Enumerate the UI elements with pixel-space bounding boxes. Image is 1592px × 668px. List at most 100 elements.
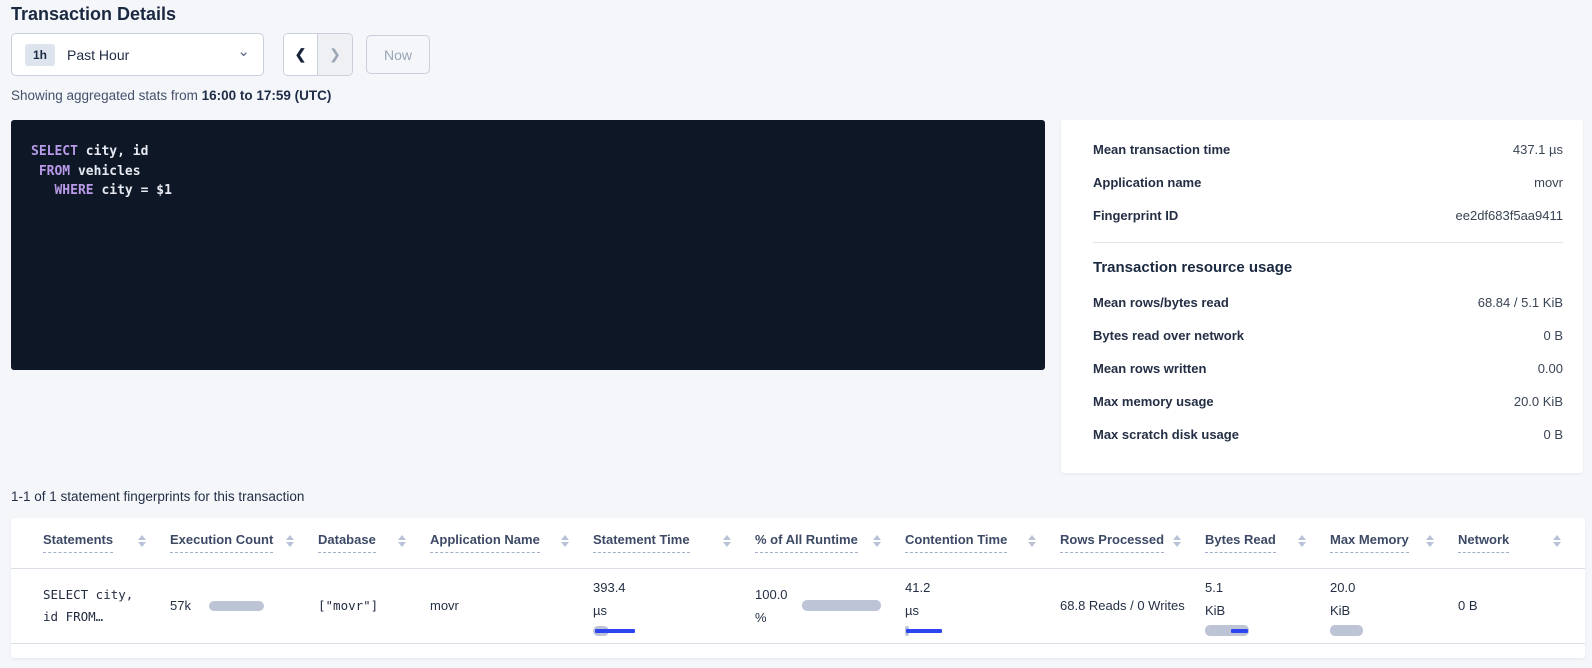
col-header-max-memory[interactable]: Max Memory <box>1330 532 1409 553</box>
sort-icon[interactable] <box>1028 535 1036 547</box>
summary-value: 68.84 / 5.1 KiB <box>1478 295 1563 310</box>
summary-label: Mean transaction time <box>1093 142 1230 157</box>
rows-processed-value: 68.8 Reads / 0 Writes <box>1060 598 1185 613</box>
summary-label: Max scratch disk usage <box>1093 427 1239 442</box>
time-nav-group: ❮ ❯ <box>283 33 353 76</box>
contention-time-value: 41.2 <box>905 576 1036 599</box>
col-header-application-name[interactable]: Application Name <box>430 532 540 553</box>
table-header-row: Statements Execution Count Database Appl… <box>11 518 1585 568</box>
divider <box>1093 242 1563 243</box>
chevron-left-icon: ❮ <box>295 46 307 63</box>
resource-usage-heading: Transaction resource usage <box>1093 255 1563 286</box>
max-memory-cell: 20.0 KiB <box>1330 576 1434 636</box>
sql-text: city, id <box>78 144 148 159</box>
summary-value: 0 B <box>1543 427 1563 442</box>
max-memory-bar <box>1330 625 1363 636</box>
aggregation-range-text: Showing aggregated stats from 16:00 to 1… <box>11 88 331 103</box>
summary-row: Bytes read over network 0 B <box>1093 319 1563 352</box>
execution-count-value: 57k <box>170 598 191 613</box>
statement-time-unit: µs <box>593 599 731 622</box>
bytes-read-cell: 5.1 KiB <box>1205 576 1306 636</box>
statement-line: id FROM… <box>43 606 146 628</box>
col-header-bytes-read[interactable]: Bytes Read <box>1205 532 1276 553</box>
application-name-value: movr <box>430 598 459 613</box>
sql-keyword: SELECT <box>31 144 78 159</box>
runtime-pct-unit: % <box>755 606 788 629</box>
summary-label: Mean rows written <box>1093 361 1206 376</box>
sort-icon[interactable] <box>1426 535 1434 547</box>
summary-value: 437.1 µs <box>1513 142 1563 157</box>
summary-row: Max scratch disk usage 0 B <box>1093 418 1563 451</box>
statement-fingerprint-link[interactable]: SELECT city, id FROM… <box>43 584 146 628</box>
runtime-pct-cell: 100.0 % <box>755 583 881 629</box>
transaction-sql-box: SELECT city, id FROM vehicles WHERE city… <box>11 120 1045 370</box>
contention-time-unit: µs <box>905 599 1036 622</box>
sort-icon[interactable] <box>561 535 569 547</box>
sql-text: vehicles <box>70 164 140 179</box>
sql-keyword: WHERE <box>54 183 93 198</box>
summary-label: Fingerprint ID <box>1093 208 1178 223</box>
table-row: SELECT city, id FROM… 57k ["movr"] movr … <box>11 568 1585 643</box>
next-time-button[interactable]: ❯ <box>318 34 352 75</box>
sql-indent <box>31 164 39 179</box>
runtime-pct-value: 100.0 <box>755 583 788 606</box>
execution-count-cell: 57k <box>170 598 294 613</box>
bytes-read-unit: KiB <box>1205 599 1306 622</box>
statements-count-caption: 1-1 of 1 statement fingerprints for this… <box>11 489 304 504</box>
summary-value: movr <box>1534 175 1563 190</box>
summary-row: Mean transaction time 437.1 µs <box>1093 133 1563 166</box>
col-header-statement-time[interactable]: Statement Time <box>593 532 690 553</box>
contention-time-bar <box>905 626 945 636</box>
col-header-contention-time[interactable]: Contention Time <box>905 532 1007 553</box>
aggregation-range-value: 16:00 to 17:59 (UTC) <box>202 88 332 103</box>
prev-time-button[interactable]: ❮ <box>284 34 318 75</box>
sort-icon[interactable] <box>1173 535 1181 547</box>
time-interval-badge: 1h <box>25 44 55 66</box>
statement-time-bar <box>593 626 639 636</box>
transaction-summary-card: Mean transaction time 437.1 µs Applicati… <box>1061 120 1583 473</box>
col-header-database[interactable]: Database <box>318 532 376 553</box>
time-range-label: Past Hour <box>67 47 129 63</box>
sort-icon[interactable] <box>1298 535 1306 547</box>
statement-time-cell: 393.4 µs <box>593 576 731 636</box>
summary-label: Mean rows/bytes read <box>1093 295 1229 310</box>
summary-row: Application name movr <box>1093 166 1563 199</box>
statements-table-card: Statements Execution Count Database Appl… <box>11 518 1585 658</box>
statements-table: Statements Execution Count Database Appl… <box>11 518 1585 644</box>
aggregation-range-prefix: Showing aggregated stats from <box>11 88 202 103</box>
summary-value: ee2df683f5aa9411 <box>1456 208 1563 223</box>
col-header-runtime-pct[interactable]: % of All Runtime <box>755 532 858 553</box>
summary-label: Application name <box>1093 175 1201 190</box>
sort-icon[interactable] <box>873 535 881 547</box>
statement-time-value: 393.4 <box>593 576 731 599</box>
summary-row: Mean rows written 0.00 <box>1093 352 1563 385</box>
sort-icon[interactable] <box>286 535 294 547</box>
sort-icon[interactable] <box>138 535 146 547</box>
col-header-rows-processed[interactable]: Rows Processed <box>1060 532 1164 553</box>
sql-indent <box>31 183 54 198</box>
summary-value: 0.00 <box>1538 361 1563 376</box>
sql-statement: SELECT city, id FROM vehicles WHERE city… <box>31 142 1025 201</box>
max-memory-value: 20.0 <box>1330 576 1434 599</box>
bytes-read-value: 5.1 <box>1205 576 1306 599</box>
summary-row: Mean rows/bytes read 68.84 / 5.1 KiB <box>1093 286 1563 319</box>
max-memory-unit: KiB <box>1330 599 1434 622</box>
summary-label: Bytes read over network <box>1093 328 1244 343</box>
sql-text: city = $1 <box>94 183 172 198</box>
summary-row: Max memory usage 20.0 KiB <box>1093 385 1563 418</box>
col-header-network[interactable]: Network <box>1458 532 1509 553</box>
chevron-right-icon: ❯ <box>329 46 341 63</box>
time-range-dropdown[interactable]: 1h Past Hour ⌄ <box>11 33 264 76</box>
sort-icon[interactable] <box>398 535 406 547</box>
summary-row: Fingerprint ID ee2df683f5aa9411 <box>1093 199 1563 232</box>
runtime-pct-bar <box>802 600 881 611</box>
col-header-statements[interactable]: Statements <box>43 532 113 553</box>
now-button[interactable]: Now <box>366 35 430 74</box>
summary-value: 20.0 KiB <box>1514 394 1563 409</box>
chevron-down-icon: ⌄ <box>237 47 250 57</box>
page-title: Transaction Details <box>11 4 176 25</box>
col-header-execution-count[interactable]: Execution Count <box>170 532 273 553</box>
sort-icon[interactable] <box>1553 535 1561 547</box>
sort-icon[interactable] <box>723 535 731 547</box>
execution-count-bar <box>209 601 264 611</box>
